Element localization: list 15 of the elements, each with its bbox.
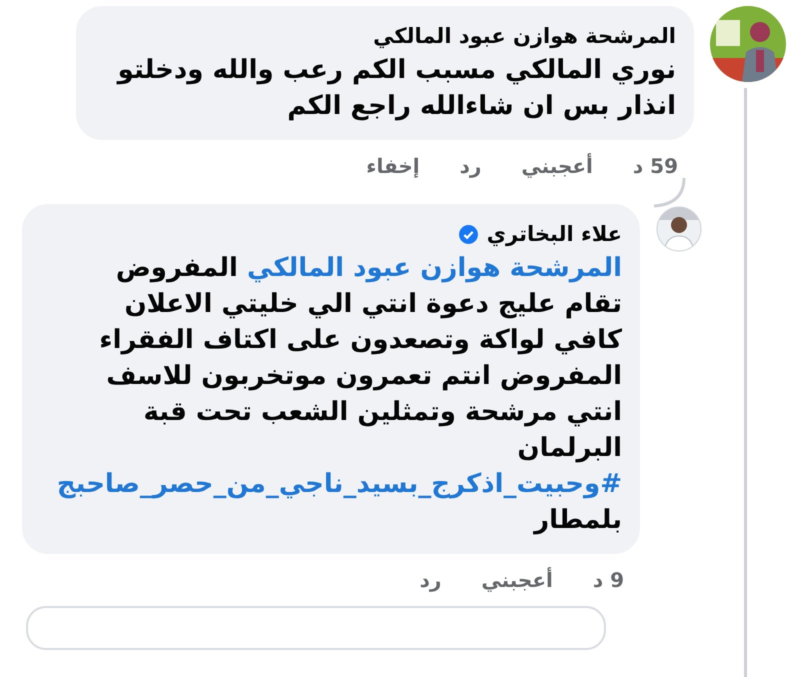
action-link[interactable]: رد	[420, 568, 442, 592]
hashtag-link[interactable]: صاحبج	[56, 469, 140, 499]
comment-text: نوري المالكي مسبب الكم رعب والله ودخلتو انذار بس ان شاءالله راجع الكم	[116, 54, 676, 123]
action-link[interactable]: رد	[460, 154, 482, 178]
hashtag-link[interactable]: #وحبيت_اذكرج_بسيد_ناجي_من_حصر_	[140, 469, 622, 499]
action-link[interactable]: أعجبني	[481, 568, 553, 592]
author-name[interactable]: المرشحة هوازن عبود المالكي	[373, 24, 676, 48]
action-link[interactable]: إخفاء	[366, 154, 420, 178]
comment-time: 9 د	[592, 568, 624, 592]
comment-text: المرشحة هوازن عبود المالكي المفروض تقام عليج دعوة انتي الي خليتي الاعلان كافي لواكة وتصعدون على اكتاف الفقراء المفروض انتم تعمرون موتخربون للاسف انتي مرشحة وتمثلين الشعب تحت قبة البرلمان #وحبيت_اذكرج_بسيد_ناجي_من_حصر_صاحبج بلمطار	[56, 252, 622, 537]
comment-time: 59 د	[632, 154, 678, 178]
mention-link[interactable]: المرشحة هوازن عبود المالكي	[247, 253, 622, 283]
verified-badge-icon	[458, 224, 479, 244]
action-link[interactable]: أعجبني	[521, 154, 593, 178]
author-name[interactable]: علاء البخاتري	[486, 222, 622, 246]
